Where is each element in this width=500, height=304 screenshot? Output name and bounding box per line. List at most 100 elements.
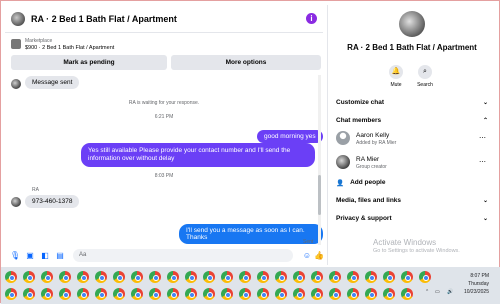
search-icon[interactable]: ⌕	[418, 65, 432, 79]
chrome-icon[interactable]	[383, 271, 395, 283]
chrome-icon[interactable]	[239, 288, 251, 300]
chrome-icon[interactable]	[239, 271, 251, 283]
more-icon[interactable]: ⋯	[479, 134, 486, 142]
add-person-icon: 👤	[336, 180, 345, 187]
chrome-icon[interactable]	[5, 288, 17, 300]
member-name: Aaron Kelly	[356, 132, 390, 139]
chrome-icon[interactable]	[275, 271, 287, 283]
chrome-icon[interactable]	[311, 288, 323, 300]
more-options-button[interactable]: More options	[171, 55, 321, 70]
message-input[interactable]: Aa	[73, 249, 293, 262]
conversation-avatar[interactable]	[11, 11, 25, 26]
chrome-icon[interactable]	[23, 271, 35, 283]
customize-chat-row[interactable]: Customize chat ⌄	[336, 99, 488, 106]
chrome-icon[interactable]	[59, 288, 71, 300]
chrome-icon[interactable]	[383, 288, 395, 300]
chrome-icon[interactable]	[23, 288, 35, 300]
taskbar: ⌃ ▭ 🔊 8:07 PM Thursday 10/23/2025	[1, 267, 500, 304]
chrome-icon[interactable]	[131, 288, 143, 300]
search-label[interactable]: Search	[411, 82, 439, 88]
message-bubble: Message sent	[25, 76, 80, 89]
chrome-icon[interactable]	[257, 288, 269, 300]
media-row[interactable]: Media, files and links ⌄	[336, 197, 488, 204]
mark-pending-button[interactable]: Mark as pending	[11, 55, 167, 70]
member-subtitle: Group creator	[356, 164, 387, 170]
chrome-icon[interactable]	[95, 288, 107, 300]
chrome-icon[interactable]	[113, 288, 125, 300]
scroll-thumb[interactable]	[318, 175, 321, 215]
chrome-icon[interactable]	[293, 271, 305, 283]
chrome-icon[interactable]	[185, 271, 197, 283]
message-bubble: good morning yes	[257, 130, 323, 143]
chrome-icon[interactable]	[347, 271, 359, 283]
privacy-row[interactable]: Privacy & support ⌄	[336, 215, 488, 222]
chrome-icon[interactable]	[113, 271, 125, 283]
chevron-down-icon: ⌄	[482, 100, 488, 106]
sender-name: RA	[32, 187, 39, 193]
listing-thumbnail[interactable]	[11, 39, 21, 49]
chrome-icon[interactable]	[41, 271, 53, 283]
more-icon[interactable]: ⋯	[479, 158, 486, 166]
chrome-icon[interactable]	[365, 271, 377, 283]
chat-members-label: Chat members	[336, 117, 382, 124]
chrome-icon[interactable]	[77, 288, 89, 300]
chat-title[interactable]: RA · 2 Bed 1 Bath Flat / Apartment	[31, 14, 177, 24]
chrome-icon[interactable]	[203, 271, 215, 283]
chrome-icon[interactable]	[401, 271, 413, 283]
chat-window: RA · 2 Bed 1 Bath Flat / Apartment i Mar…	[5, 5, 324, 265]
bell-icon[interactable]: 🔔	[389, 65, 403, 79]
chevron-up-icon: ⌃	[482, 118, 488, 124]
chrome-icon[interactable]	[329, 271, 341, 283]
chrome-icon[interactable]	[203, 288, 215, 300]
member-item[interactable]: RA Mier Group creator ⋯	[336, 155, 488, 173]
chrome-icon[interactable]	[347, 288, 359, 300]
chrome-icon[interactable]	[257, 271, 269, 283]
timestamp: 8:03 PM	[154, 173, 174, 179]
chrome-icon[interactable]	[77, 271, 89, 283]
gallery-icon[interactable]: ▣	[25, 251, 35, 261]
like-icon[interactable]: 👍	[314, 251, 324, 261]
chrome-icon[interactable]	[149, 288, 161, 300]
info-icon[interactable]: i	[306, 13, 317, 24]
add-people-label: Add people	[350, 179, 386, 186]
add-people-row[interactable]: 👤 Add people	[336, 179, 488, 187]
chrome-icon[interactable]	[41, 288, 53, 300]
network-icon[interactable]: ▭	[435, 289, 440, 295]
chat-members-row[interactable]: Chat members ⌃	[336, 117, 488, 124]
chrome-icon[interactable]	[311, 271, 323, 283]
chrome-icon[interactable]	[293, 288, 305, 300]
sticker-icon[interactable]: ◧	[40, 251, 50, 261]
chrome-icon[interactable]	[221, 271, 233, 283]
scrollbar[interactable]	[318, 75, 321, 245]
chrome-icon[interactable]	[149, 271, 161, 283]
media-label: Media, files and links	[336, 197, 402, 204]
chrome-icon[interactable]	[59, 271, 71, 283]
chrome-icon[interactable]	[365, 288, 377, 300]
member-item[interactable]: Aaron Kelly Added by RA Mier ⋯	[336, 131, 488, 149]
listing-title[interactable]: $900 · 2 Bed 1 Bath Flat / Apartment	[25, 45, 114, 51]
emoji-icon[interactable]: ☺	[302, 251, 312, 261]
microphone-icon[interactable]: 🎙	[10, 251, 20, 261]
clock-day[interactable]: Thursday	[453, 281, 489, 287]
chevron-up-icon[interactable]: ⌃	[425, 289, 429, 295]
chrome-icon[interactable]	[95, 271, 107, 283]
message-bubble: 973-460-1378	[25, 195, 80, 208]
chrome-icon[interactable]	[329, 288, 341, 300]
gif-icon[interactable]: ▤	[55, 251, 65, 261]
chrome-icon[interactable]	[401, 288, 413, 300]
chrome-icon[interactable]	[167, 288, 179, 300]
chrome-icon[interactable]	[221, 288, 233, 300]
marketplace-source: Marketplace	[25, 38, 53, 44]
chrome-icon[interactable]	[275, 288, 287, 300]
chrome-icon[interactable]	[167, 271, 179, 283]
group-avatar[interactable]	[399, 11, 425, 37]
chat-header: RA · 2 Bed 1 Bath Flat / Apartment i	[5, 5, 323, 33]
chrome-icon[interactable]	[185, 288, 197, 300]
mute-label[interactable]: Mute	[382, 82, 410, 88]
clock-date[interactable]: 10/23/2025	[453, 289, 489, 295]
clock-time[interactable]: 8:07 PM	[453, 273, 489, 279]
chrome-icon[interactable]	[131, 271, 143, 283]
chrome-icon[interactable]	[5, 271, 17, 283]
chrome-icon[interactable]	[419, 271, 431, 283]
activation-watermark: Activate Windows	[373, 238, 437, 247]
